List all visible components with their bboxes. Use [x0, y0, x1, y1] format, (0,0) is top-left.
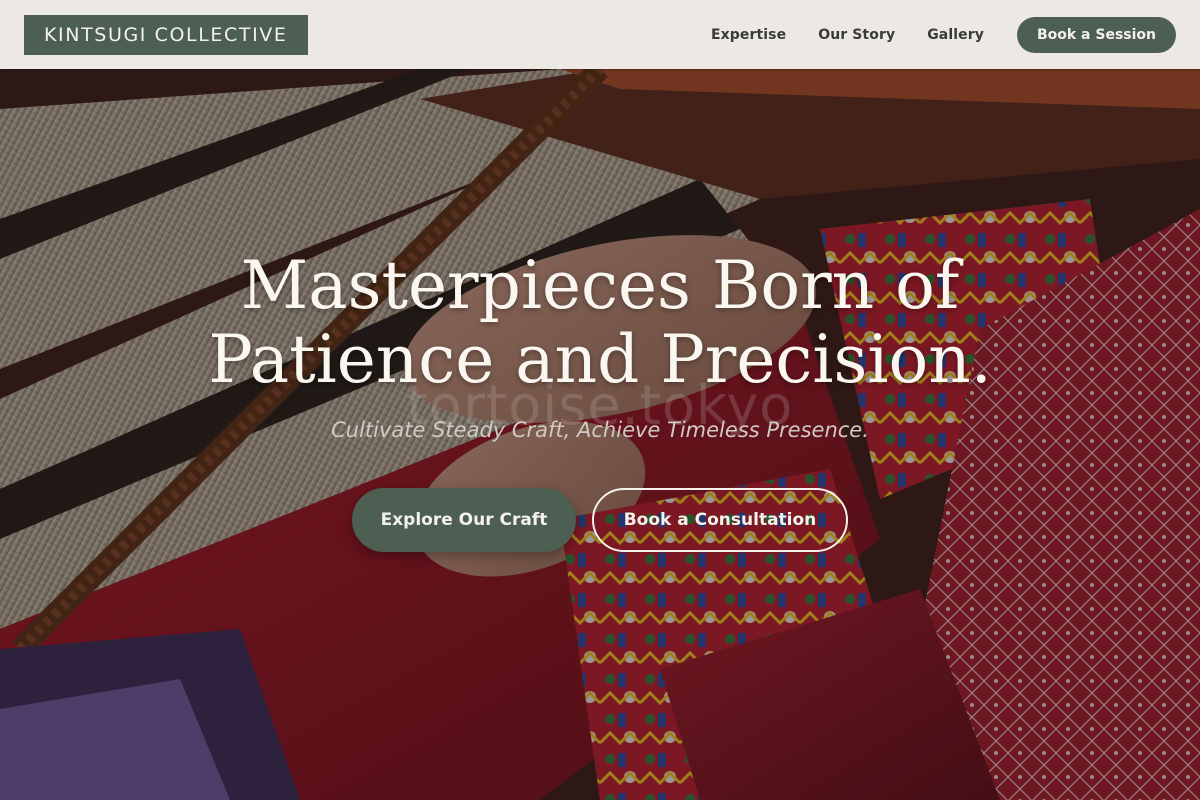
- main-nav: Expertise Our Story Gallery Book a Sessi…: [711, 16, 1176, 53]
- hero-title: Masterpieces Born of Patience and Precis…: [100, 249, 1100, 397]
- nav-link-gallery[interactable]: Gallery: [927, 27, 984, 43]
- hero-subtitle: Cultivate Steady Craft, Achieve Timeless…: [331, 418, 869, 442]
- hero-title-line-2: Patience and Precision.: [208, 321, 992, 398]
- nav-link-our-story[interactable]: Our Story: [818, 27, 895, 43]
- explore-craft-button[interactable]: Explore Our Craft: [352, 488, 576, 552]
- hero-title-line-1: Masterpieces Born of: [240, 247, 960, 324]
- site-header: KINTSUGI COLLECTIVE Expertise Our Story …: [0, 0, 1200, 69]
- book-consultation-button[interactable]: Book a Consultation: [592, 488, 848, 552]
- nav-link-expertise[interactable]: Expertise: [711, 27, 786, 43]
- book-session-button[interactable]: Book a Session: [1016, 16, 1176, 53]
- brand-logo[interactable]: KINTSUGI COLLECTIVE: [24, 14, 308, 55]
- hero-section: tortoise.tokyo Masterpieces Born of Pati…: [0, 69, 1200, 800]
